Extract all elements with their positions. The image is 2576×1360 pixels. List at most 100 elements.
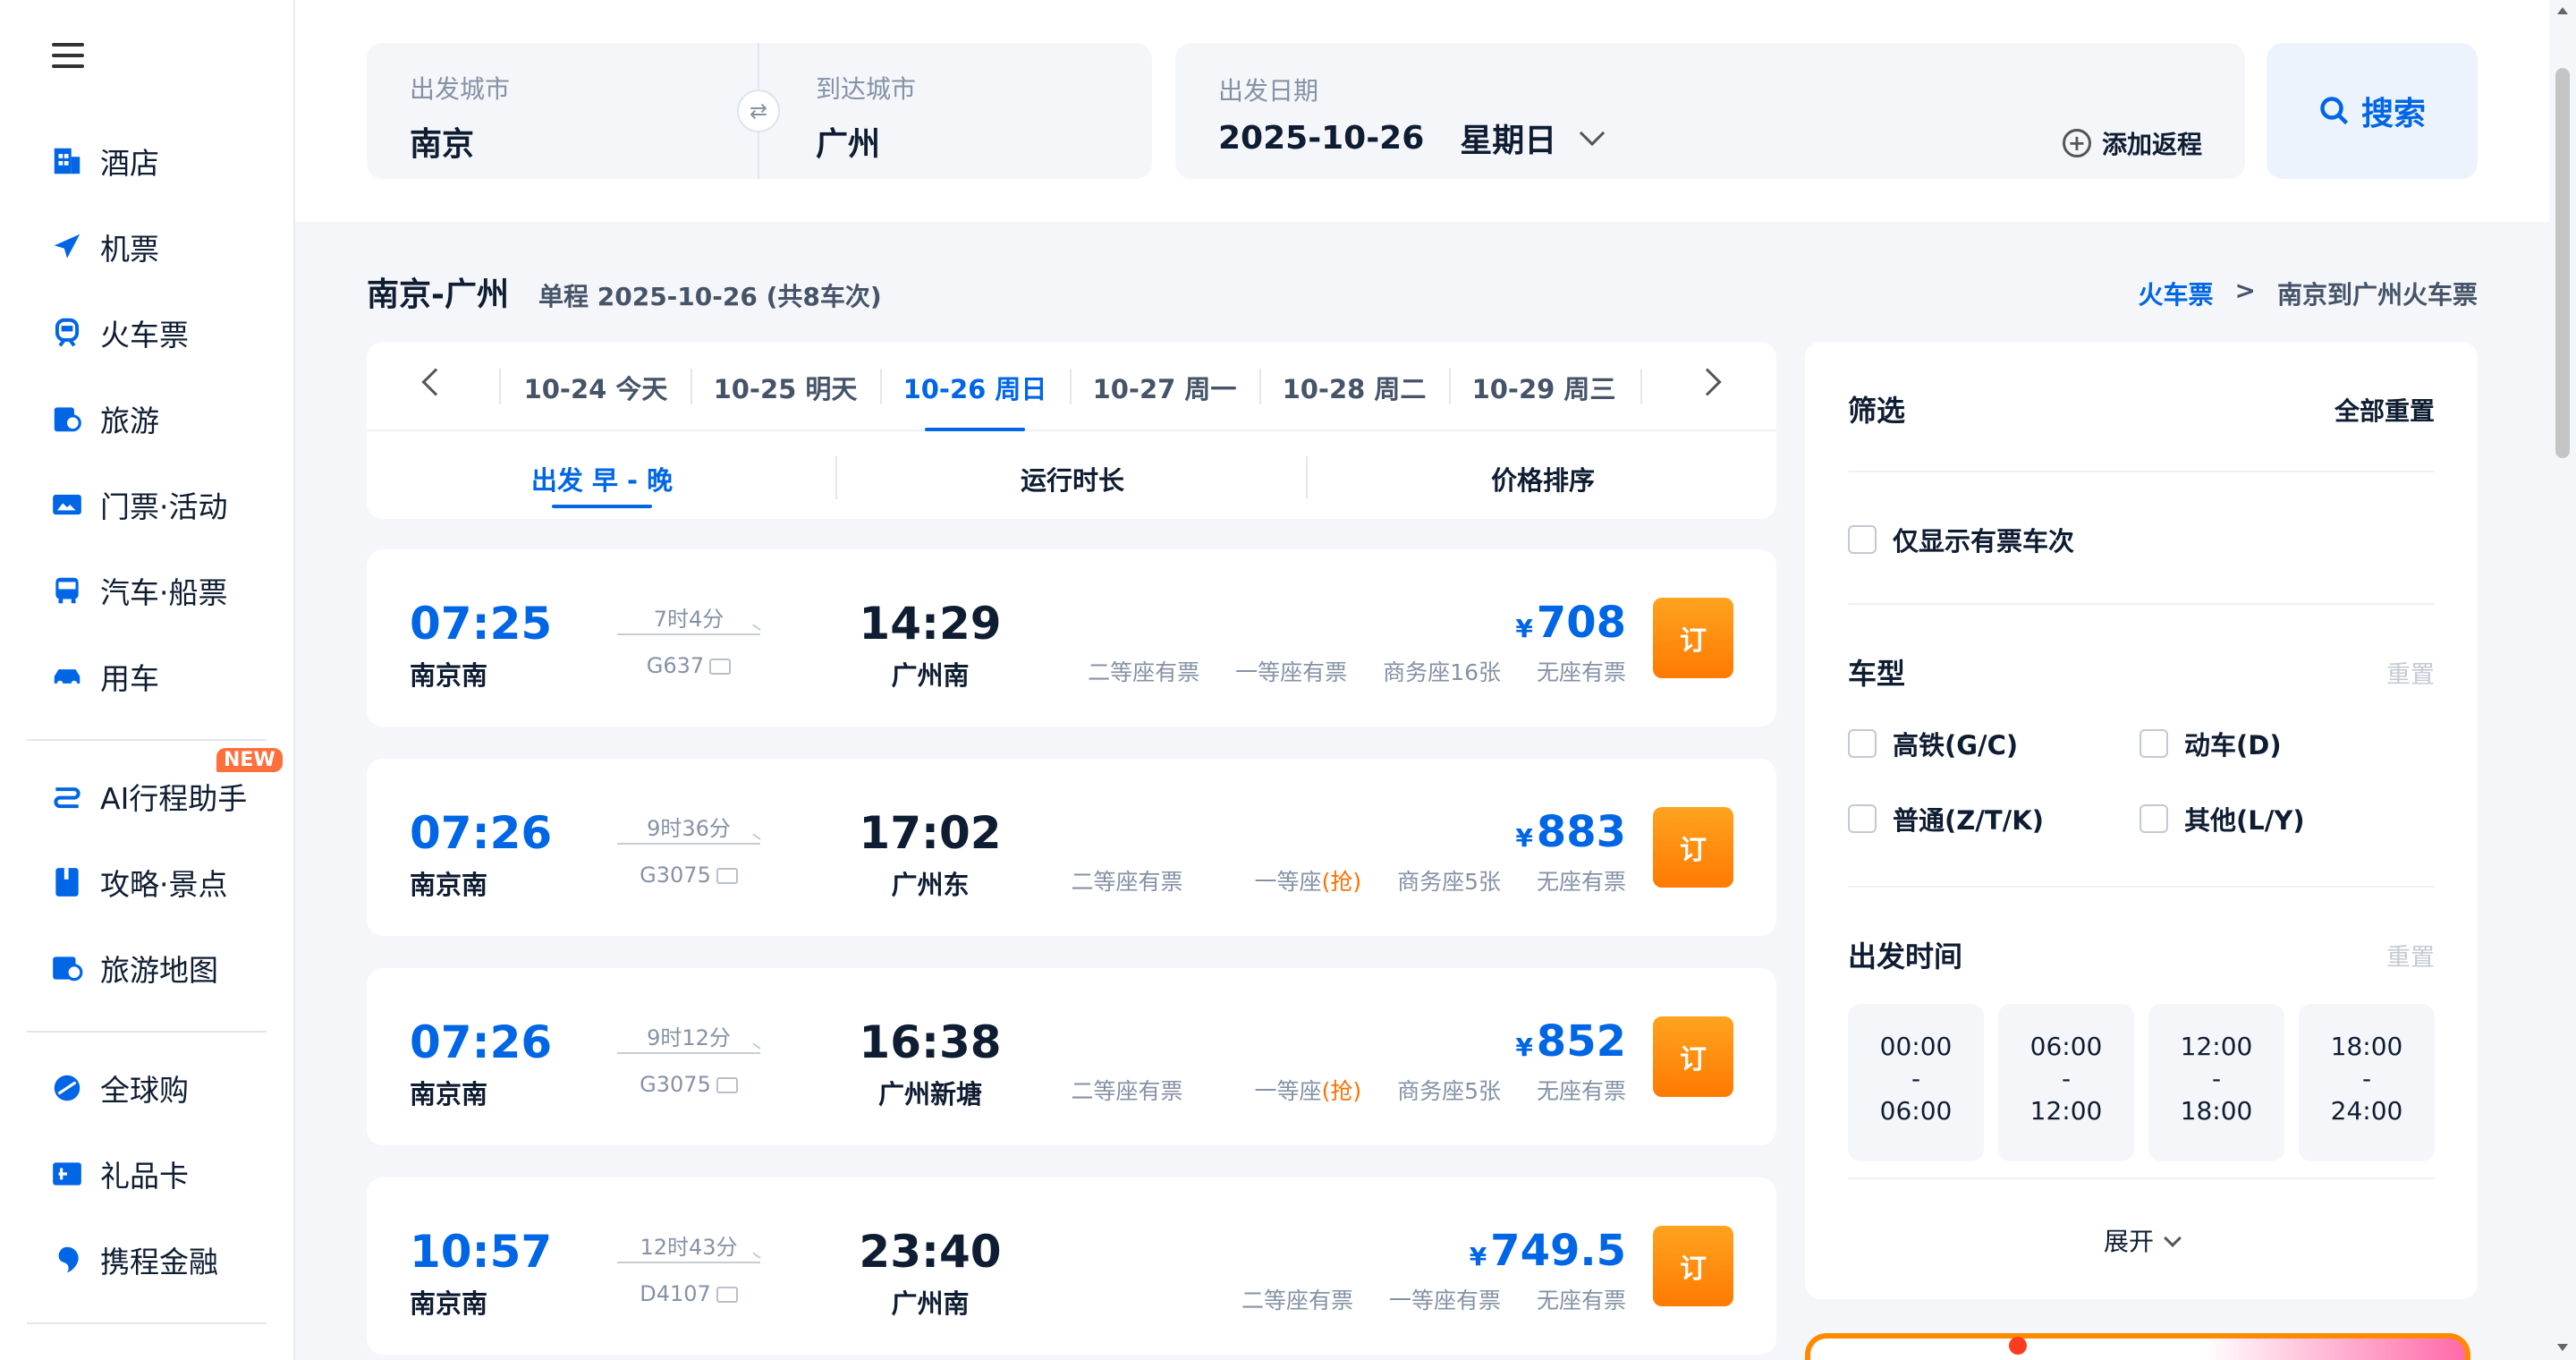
sort-duration[interactable]: 运行时长 — [837, 460, 1308, 497]
weekday: 星期日 — [1460, 123, 1557, 159]
from-city-field[interactable]: 出发城市 南京 — [410, 70, 510, 165]
gift-card-icon — [50, 1157, 84, 1191]
checkbox-box — [2140, 804, 2168, 833]
seat-status-wrap[interactable]: 一等座(抢) — [1219, 864, 1362, 897]
date-tab-date: 10-28 — [1282, 374, 1366, 404]
date-tab[interactable]: 10-24 今天 — [501, 369, 691, 406]
train-number[interactable]: G637 — [617, 653, 760, 678]
train-card[interactable]: 07:26 南京南 9时36分 G3075 17:02 广州东 ¥883 二等座有票 一等座(抢… — [367, 759, 1776, 936]
book-button[interactable]: 订 — [1653, 598, 1733, 678]
tab-divider — [1640, 369, 1642, 404]
sidebar-item-finance[interactable]: 携程金融 — [50, 1235, 218, 1285]
date-tab[interactable]: 10-29 周三 — [1449, 369, 1639, 406]
date-tab[interactable]: 10-27 周一 — [1070, 369, 1259, 406]
menu-icon[interactable] — [52, 43, 84, 68]
train-number[interactable]: D4107 — [617, 1281, 760, 1306]
seat-status: 一等座 — [1254, 1078, 1322, 1104]
arrival-time: 17:02 — [859, 807, 1002, 859]
date-value-row[interactable]: 2025-10-26 星期日 — [1218, 115, 1606, 161]
sidebar-item-map[interactable]: 旅游地图 — [50, 943, 218, 993]
train-type-reset[interactable]: 重置 — [2386, 655, 2435, 690]
book-label: 订 — [1680, 1044, 1707, 1075]
to-city-field[interactable]: 到达城市 广州 — [816, 70, 916, 165]
time-slot[interactable]: 00:00 - 06:00 — [1848, 1004, 1984, 1161]
price: ¥749.5 — [1470, 1226, 1626, 1276]
currency-symbol: ¥ — [1469, 1242, 1487, 1271]
sidebar-item-ai-assistant[interactable]: AI行程助手 — [50, 771, 247, 821]
chevron-down-icon — [2164, 1229, 2182, 1247]
type-d-checkbox[interactable]: 动车(D) — [2140, 725, 2282, 762]
departure-time-reset[interactable]: 重置 — [2386, 938, 2435, 973]
train-card[interactable]: 07:26 南京南 9时12分 G3075 16:38 广州新塘 ¥852 二等座有票 一等座(… — [367, 968, 1776, 1145]
sidebar-item-label: 携程金融 — [100, 1245, 218, 1279]
sort-price[interactable]: 价格排序 — [1308, 460, 1778, 497]
sidebar-item-label: 酒店 — [100, 146, 159, 181]
slot-sep: - — [2361, 1064, 2372, 1093]
scrollbar[interactable] — [2549, 0, 2576, 1360]
guide-icon — [50, 865, 84, 899]
date-field[interactable]: 出发日期 2025-10-26 星期日 + 添加返程 — [1175, 43, 2245, 179]
slot-sep: - — [2061, 1064, 2072, 1093]
ticket-icon — [716, 1287, 738, 1303]
scrollbar-thumb[interactable] — [2555, 68, 2570, 458]
promo-banner[interactable] — [1805, 1333, 2470, 1360]
checkbox-label: 其他(L/Y) — [2184, 805, 2305, 836]
sidebar-item-flight[interactable]: 机票 — [50, 222, 159, 272]
train-number[interactable]: G3075 — [617, 863, 760, 888]
scroll-up-icon[interactable] — [2557, 7, 2568, 14]
chevron-right-icon[interactable] — [1693, 368, 1722, 396]
breadcrumb-train-link[interactable]: 火车票 — [2139, 276, 2214, 311]
seat-status-wrap[interactable]: 一等座(抢) — [1219, 1074, 1362, 1106]
date-tab-active[interactable]: 10-26 周日 — [880, 369, 1070, 431]
departure-time: 07:26 — [410, 807, 553, 859]
swap-cities-icon[interactable]: ⇄ — [737, 89, 780, 132]
seat-status: 商务座5张 — [1397, 1078, 1501, 1104]
bus-icon — [50, 574, 84, 608]
sidebar-item-car[interactable]: 用车 — [50, 651, 159, 701]
book-button[interactable]: 订 — [1653, 807, 1733, 888]
add-return-button[interactable]: + 添加返程 — [2062, 125, 2202, 161]
sidebar-item-guide[interactable]: 攻略·景点 — [50, 857, 228, 907]
price-value: 852 — [1536, 1016, 1626, 1067]
date-tab[interactable]: 10-28 周二 — [1259, 369, 1449, 406]
sidebar-item-gift-card[interactable]: 礼品卡 — [50, 1149, 189, 1199]
book-button[interactable]: 订 — [1653, 1016, 1733, 1097]
train-card[interactable]: 10:57 南京南 12时43分 D4107 23:40 广州南 ¥749.5 二等座有票 一等… — [367, 1177, 1776, 1355]
grab-ticket-link[interactable]: (抢) — [1322, 869, 1362, 895]
new-badge: NEW — [216, 748, 283, 772]
search-button[interactable]: 搜索 — [2267, 43, 2478, 179]
time-slot[interactable]: 12:00 - 18:00 — [2148, 1004, 2284, 1161]
arrival-station: 广州南 — [891, 660, 970, 691]
sidebar-item-hotel[interactable]: 酒店 — [50, 136, 159, 186]
train-icon — [50, 316, 84, 350]
date-tab[interactable]: 10-25 明天 — [691, 369, 880, 406]
expand-button[interactable]: 展开 — [1805, 1222, 2478, 1258]
chevron-left-icon[interactable] — [421, 368, 450, 396]
only-available-checkbox[interactable]: 仅显示有票车次 — [1848, 521, 2074, 558]
search-icon — [2320, 97, 2349, 125]
scroll-down-icon[interactable] — [2557, 1344, 2568, 1351]
book-button[interactable]: 订 — [1653, 1226, 1733, 1306]
train-card[interactable]: 07:25 南京南 7时4分 G637 14:29 广州南 ¥708 二等座有票 一等座有票 商务… — [367, 549, 1776, 727]
seat-status: 一等座有票 — [1235, 659, 1348, 685]
sidebar-item-bus[interactable]: 汽车·船票 — [50, 565, 228, 616]
sidebar-item-travel[interactable]: 旅游 — [50, 394, 159, 444]
seat-status: 二等座有票 — [1071, 1078, 1183, 1104]
train-number-label: G3075 — [640, 1072, 711, 1097]
route-subtitle: 单程 2025-10-26 (共8车次) — [538, 282, 882, 311]
time-slot[interactable]: 06:00 - 12:00 — [1998, 1004, 2134, 1161]
type-ly-checkbox[interactable]: 其他(L/Y) — [2140, 800, 2305, 837]
sidebar-item-tickets[interactable]: 门票·活动 — [50, 480, 228, 530]
seat-status: 无座有票 — [1536, 1288, 1626, 1313]
sidebar-item-global-shop[interactable]: 全球购 — [50, 1063, 189, 1113]
sort-departure[interactable]: 出发 早 - 晚 — [367, 460, 837, 508]
type-ztk-checkbox[interactable]: 普通(Z/T/K) — [1848, 800, 2044, 837]
grab-ticket-link[interactable]: (抢) — [1322, 1078, 1362, 1104]
type-gc-checkbox[interactable]: 高铁(G/C) — [1848, 725, 2018, 762]
price: ¥708 — [1515, 598, 1626, 648]
train-number[interactable]: G3075 — [617, 1072, 760, 1097]
sidebar-item-label: 火车票 — [100, 318, 189, 353]
sidebar-item-train[interactable]: 火车票 — [50, 308, 189, 358]
time-slot[interactable]: 18:00 - 24:00 — [2299, 1004, 2435, 1161]
reset-all-button[interactable]: 全部重置 — [2334, 392, 2435, 428]
